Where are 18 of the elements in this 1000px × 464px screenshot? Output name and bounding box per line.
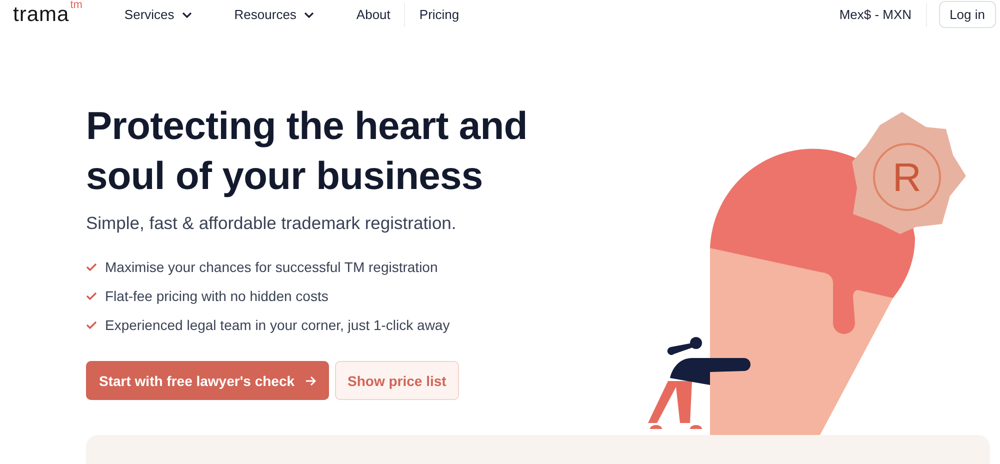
login-button[interactable]: Log in [938,1,996,28]
nav-link[interactable]: Pricing [405,0,474,29]
nav-link[interactable]: Services [110,0,206,29]
trademark-superscript: tm [70,0,82,10]
start-check-button[interactable]: Start with free lawyer's check [86,361,329,400]
registered-mark: R [892,156,922,200]
nav-link[interactable]: Resources [220,0,328,29]
hero-heading: Protecting the heart and soul of your business [86,104,528,200]
benefit-text: Experienced legal team in your corner, just 1-click away [105,316,450,332]
check-icon [86,292,97,300]
benefit-text: Flat-fee pricing with no hidden costs [105,288,328,304]
benefit-text: Maximise your chances for successful TM registration [105,258,438,274]
hero-subtitle: Simple, fast & affordable trademark registration. [86,213,458,234]
currency-selector[interactable]: Mex$ - MXN [835,0,916,29]
check-icon [86,262,97,270]
nav-link[interactable]: About [342,0,404,29]
check-icon [86,320,97,328]
logo[interactable]: trama [13,2,70,26]
